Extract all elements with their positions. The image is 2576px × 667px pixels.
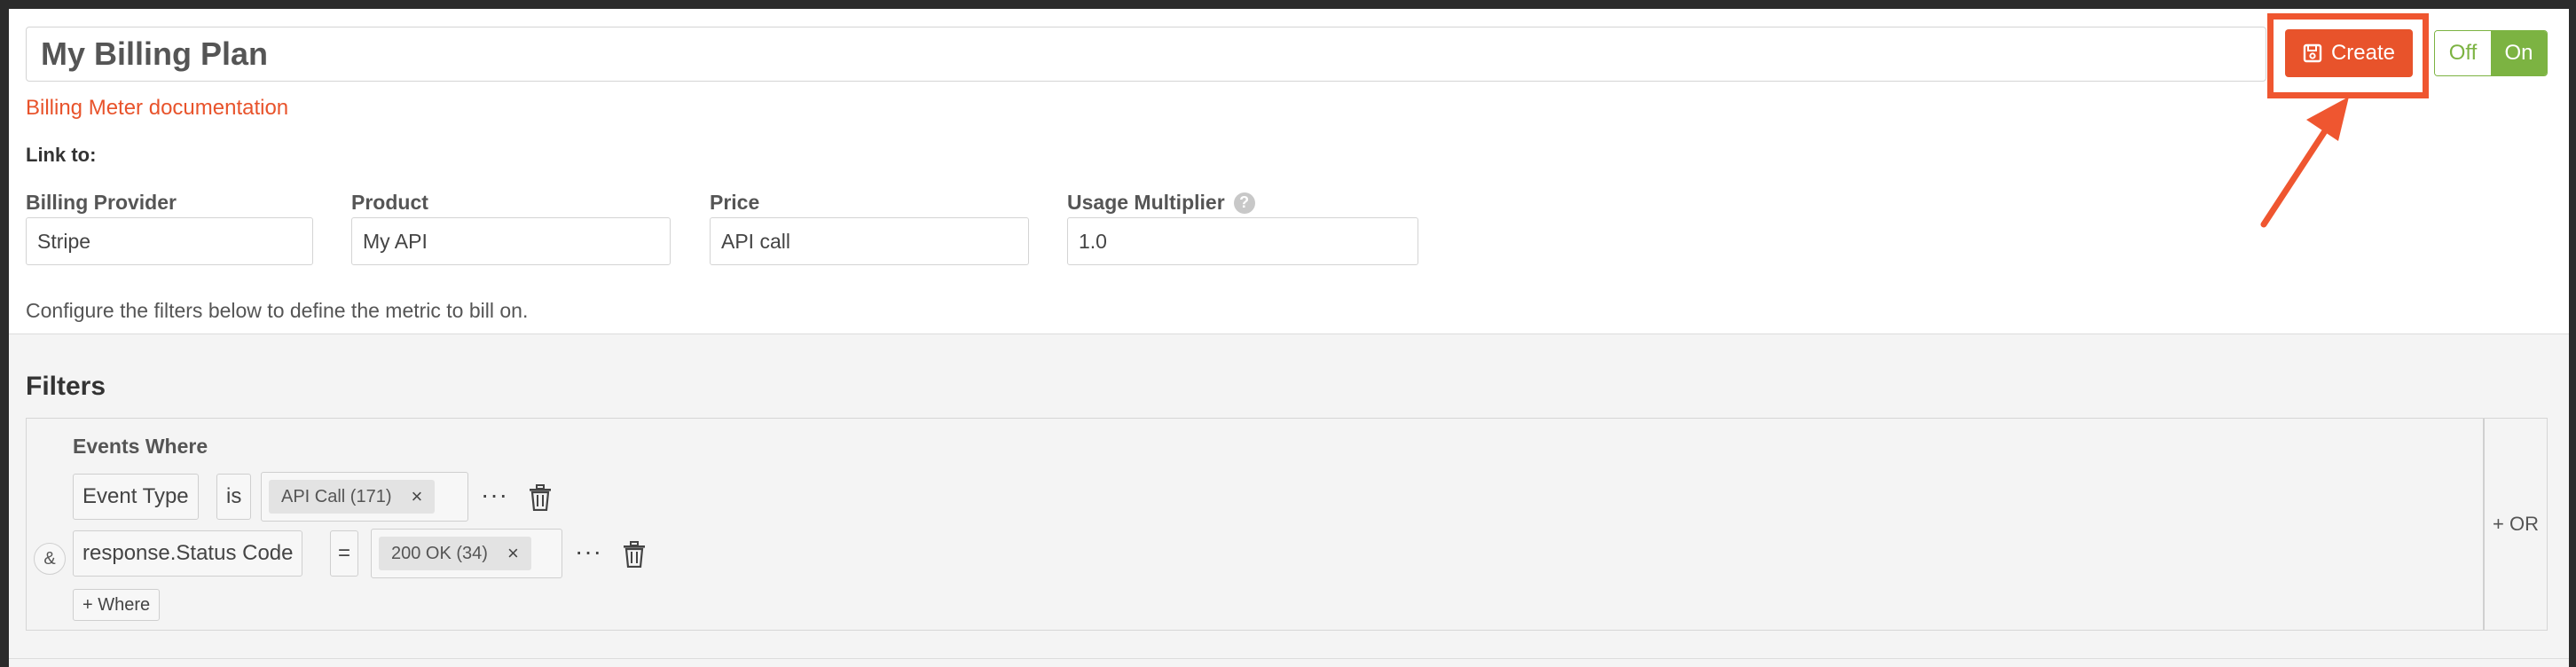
filters-title: Filters xyxy=(26,372,106,401)
price-field[interactable] xyxy=(710,217,1029,265)
billing-provider-field[interactable] xyxy=(26,217,313,265)
trash-icon[interactable] xyxy=(623,541,646,568)
on-off-toggle[interactable]: Off On xyxy=(2434,30,2548,76)
link-to-label: Link to: xyxy=(26,144,97,166)
condition-value-box[interactable]: 200 OK (34) × xyxy=(371,529,562,578)
value-tag: 200 OK (34) × xyxy=(379,537,531,570)
toggle-on[interactable]: On xyxy=(2491,31,2547,75)
usage-multiplier-field[interactable] xyxy=(1067,217,1418,265)
billing-meter-doc-link[interactable]: Billing Meter documentation xyxy=(26,96,288,121)
product-field[interactable] xyxy=(351,217,671,265)
add-or-button[interactable]: + OR xyxy=(2483,419,2547,630)
billing-plan-editor: Billing Meter documentation Create Off O… xyxy=(9,9,2569,667)
create-button-label: Create xyxy=(2330,41,2396,65)
more-options-icon[interactable]: ··· xyxy=(575,538,602,566)
filter-group: Events Where Event Type is API Call (171… xyxy=(26,418,2548,631)
usage-multiplier-label: Usage Multiplier ? xyxy=(1067,191,1255,215)
condition-field-event-type[interactable]: Event Type xyxy=(73,474,199,520)
section-divider xyxy=(9,658,2569,659)
condition-operator-equals[interactable]: = xyxy=(330,530,359,577)
create-button[interactable]: Create xyxy=(2285,29,2413,77)
product-label: Product xyxy=(351,191,428,214)
config-note: Configure the filters below to define th… xyxy=(26,299,529,322)
price-label: Price xyxy=(710,191,760,214)
value-tag: API Call (171) × xyxy=(269,480,436,514)
billing-provider-label: Billing Provider xyxy=(26,191,177,214)
condition-value-box[interactable]: API Call (171) × xyxy=(261,472,468,522)
trash-icon[interactable] xyxy=(529,484,552,511)
condition-field-status-code[interactable]: response.Status Code xyxy=(73,530,303,577)
add-where-button[interactable]: + Where xyxy=(73,589,161,621)
toggle-off[interactable]: Off xyxy=(2435,31,2491,75)
remove-tag-icon[interactable]: × xyxy=(507,542,519,565)
annotation-arrow-icon xyxy=(2260,97,2349,228)
filters-section: Filters Events Where Event Type is API C… xyxy=(9,334,2569,667)
help-icon[interactable]: ? xyxy=(1233,192,1255,214)
remove-tag-icon[interactable]: × xyxy=(412,485,423,508)
save-icon xyxy=(2303,43,2322,63)
and-connector: & xyxy=(34,543,66,575)
more-options-icon[interactable]: ··· xyxy=(481,481,508,509)
events-where-label: Events Where xyxy=(73,435,208,458)
plan-name-input[interactable] xyxy=(26,27,2266,82)
condition-operator-is[interactable]: is xyxy=(216,474,252,520)
